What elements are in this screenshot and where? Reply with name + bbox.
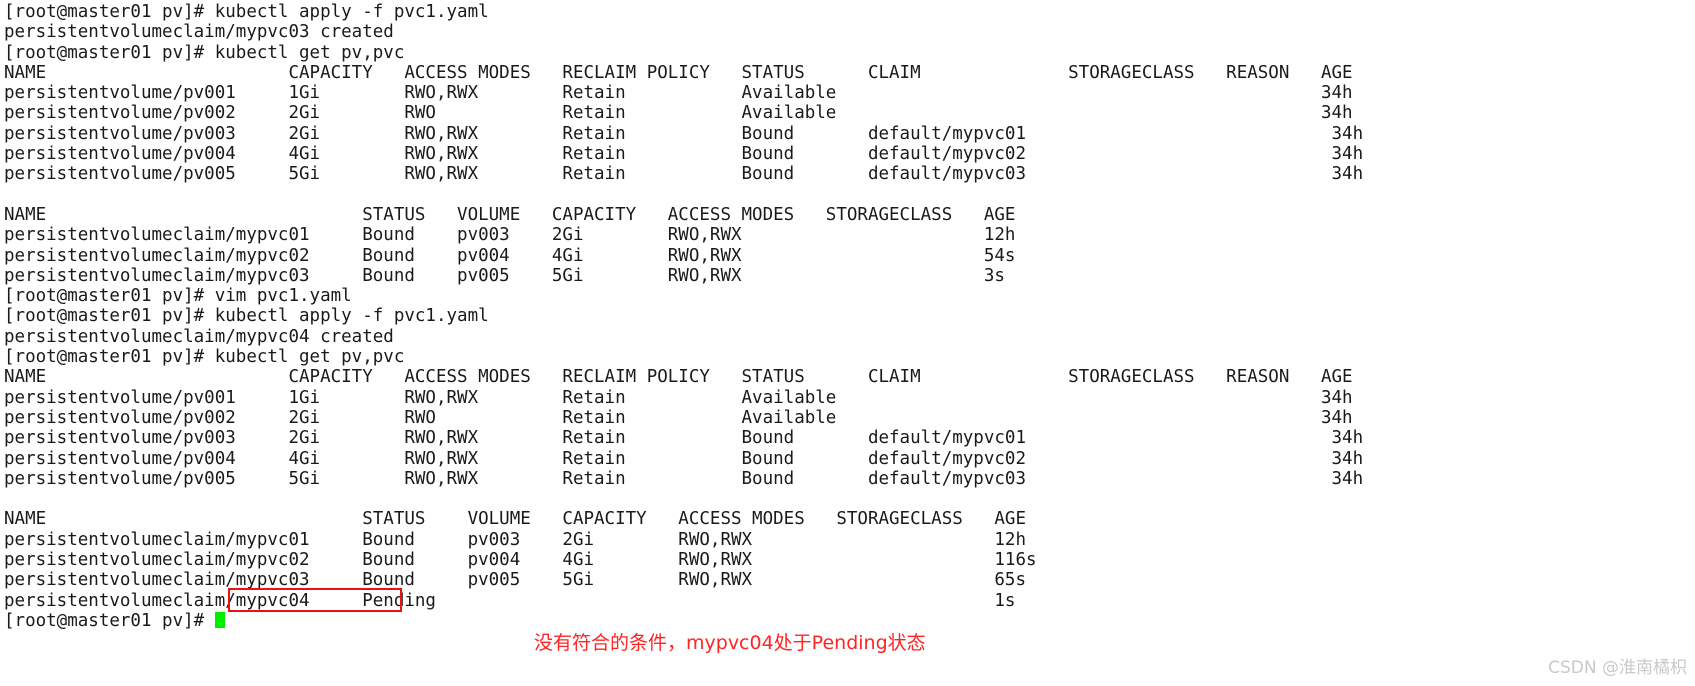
pv-table-row: persistentvolume/pv002 2Gi RWO Retain Av… — [4, 103, 1353, 124]
pv-table-row: persistentvolume/pv003 2Gi RWO,RWX Retai… — [4, 428, 1364, 449]
pvc-table-row: persistentvolumeclaim/mypvc01 Bound pv00… — [4, 529, 1026, 550]
pvc-table-row-pending: persistentvolumeclaim/mypvc04 Pending 1s — [4, 590, 1016, 611]
terminal-line: [root@master01 pv]# kubectl apply -f pvc… — [4, 306, 489, 327]
pvc-table-row: persistentvolumeclaim/mypvc03 Bound pv00… — [4, 265, 1005, 286]
pvc-table-row: persistentvolumeclaim/mypvc02 Bound pv00… — [4, 550, 1037, 571]
pvc-table-header: NAME STATUS VOLUME CAPACITY ACCESS MODES… — [4, 204, 1016, 225]
prompt-text: [root@master01 pv]# — [4, 610, 215, 631]
pvc-table-header: NAME STATUS VOLUME CAPACITY ACCESS MODES… — [4, 509, 1026, 530]
pvc-table-row: persistentvolumeclaim/mypvc02 Bound pv00… — [4, 245, 1016, 266]
pvc-table-row: persistentvolumeclaim/mypvc01 Bound pv00… — [4, 225, 1016, 246]
pv-table-row: persistentvolume/pv004 4Gi RWO,RWX Retai… — [4, 144, 1364, 165]
pv-table-row: persistentvolume/pv003 2Gi RWO,RWX Retai… — [4, 123, 1364, 144]
terminal-line: persistentvolumeclaim/mypvc04 created — [4, 326, 394, 347]
terminal-prompt-line: [root@master01 pv]# — [4, 611, 1695, 631]
terminal-line: [root@master01 pv]# vim pvc1.yaml — [4, 286, 352, 307]
pvc-table-row: persistentvolumeclaim/mypvc03 Bound pv00… — [4, 570, 1026, 591]
pv-table-row: persistentvolume/pv005 5Gi RWO,RWX Retai… — [4, 468, 1364, 489]
terminal-output: [root@master01 pv]# kubectl apply -f pvc… — [4, 2, 1695, 631]
terminal-line: persistentvolumeclaim/mypvc03 created — [4, 22, 394, 43]
pv-table-header: NAME CAPACITY ACCESS MODES RECLAIM POLIC… — [4, 367, 1353, 388]
pv-table-row: persistentvolume/pv004 4Gi RWO,RWX Retai… — [4, 448, 1364, 469]
terminal-line: [root@master01 pv]# kubectl get pv,pvc — [4, 347, 405, 368]
terminal-cursor — [214, 611, 225, 628]
pv-table-row: persistentvolume/pv002 2Gi RWO Retain Av… — [4, 407, 1353, 428]
terminal-line: [root@master01 pv]# kubectl get pv,pvc — [4, 42, 405, 63]
pv-table-row: persistentvolume/pv001 1Gi RWO,RWX Retai… — [4, 387, 1353, 408]
pv-table-header: NAME CAPACITY ACCESS MODES RECLAIM POLIC… — [4, 62, 1353, 83]
annotation-text: 没有符合的条件，mypvc04处于Pending状态 — [534, 632, 926, 654]
terminal-window[interactable]: [root@master01 pv]# kubectl apply -f pvc… — [0, 0, 1695, 686]
watermark: CSDN @淮南橘枳 — [1548, 657, 1687, 678]
pv-table-row: persistentvolume/pv005 5Gi RWO,RWX Retai… — [4, 164, 1364, 185]
pv-table-row: persistentvolume/pv001 1Gi RWO,RWX Retai… — [4, 83, 1353, 104]
terminal-line: [root@master01 pv]# kubectl apply -f pvc… — [4, 2, 489, 22]
